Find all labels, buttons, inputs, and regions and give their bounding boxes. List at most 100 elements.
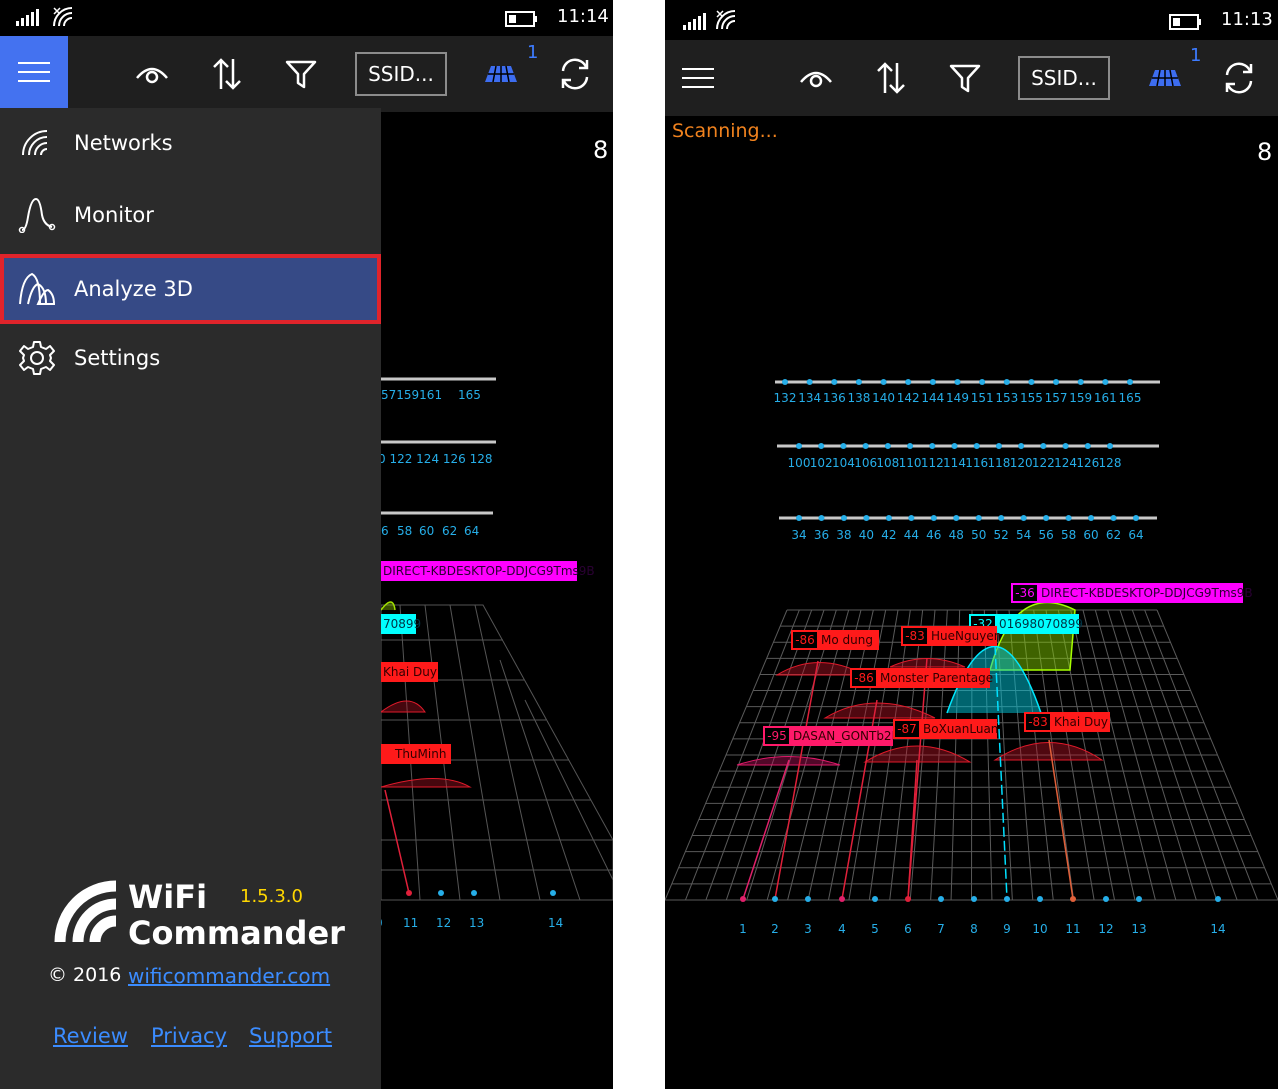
curve-boxuanluan xyxy=(863,745,972,763)
left-phone-screen: 11:14 SSID... 1 8 11 12 13 14 57159161 1… xyxy=(0,0,613,1089)
channel-label: 62 xyxy=(1106,528,1121,542)
channel-label: 10 xyxy=(1032,922,1047,936)
brand-name-line2: Commander xyxy=(128,914,345,952)
network-ssid: Mo dung xyxy=(821,633,873,647)
menu-item-analyze-3d[interactable]: Analyze 3D xyxy=(0,254,381,324)
channel-label: 56 xyxy=(1038,528,1053,542)
channel-label: 42 xyxy=(881,528,896,542)
network-rssi: -83 xyxy=(1028,715,1048,729)
channel-dot xyxy=(796,443,802,449)
channel-dot xyxy=(1065,515,1072,521)
channel-dot xyxy=(954,379,961,385)
menu-item-monitor[interactable]: Monitor xyxy=(0,184,381,246)
channel-label: 6 xyxy=(904,922,912,936)
channel-label: 9 xyxy=(1003,922,1011,936)
channel-label: 134 xyxy=(798,391,821,405)
channel-dot xyxy=(907,443,914,449)
menu-label: Analyze 3D xyxy=(74,277,193,301)
channel-label: 38 xyxy=(836,528,851,542)
privacy-link[interactable]: Privacy xyxy=(151,1024,227,1048)
network-label: -83 HueNguyen xyxy=(901,626,1001,646)
channel-label: 120 xyxy=(1010,456,1033,470)
channel-dot xyxy=(885,515,892,521)
channel-dot xyxy=(975,515,982,521)
network-label: -83 Khai Duy xyxy=(1024,712,1110,732)
svg-text:14: 14 xyxy=(548,916,563,930)
channel-label: 124 xyxy=(1054,456,1077,470)
network-label: ThuMinh xyxy=(394,747,446,761)
channel-dot xyxy=(938,896,944,902)
channel-dot xyxy=(796,515,802,521)
svg-text:6: 6 xyxy=(381,524,389,538)
svg-text:12: 12 xyxy=(436,916,451,930)
svg-text:60: 60 xyxy=(419,524,434,538)
review-link[interactable]: Review xyxy=(53,1024,128,1048)
channel-label: 104 xyxy=(832,456,855,470)
channel-dot xyxy=(1102,379,1109,385)
channel-dot xyxy=(840,443,847,449)
network-label: 70899 xyxy=(383,617,421,631)
channel-label: 8 xyxy=(970,922,978,936)
channel-dot xyxy=(1004,896,1010,902)
channel-dot xyxy=(831,379,838,385)
channel-label: 52 xyxy=(994,528,1009,542)
channel-label: 149 xyxy=(946,391,969,405)
menu-item-settings[interactable]: Settings xyxy=(0,327,381,389)
channel-dot xyxy=(1088,515,1095,521)
channel-dots-2ghz-partial xyxy=(406,890,556,896)
network-ssid: DIRECT-KBDESKTOP-DDJCG9Tms9B xyxy=(1041,586,1253,600)
channel-dot xyxy=(884,443,891,449)
website-link[interactable]: wificommander.com xyxy=(128,964,330,988)
network-ssid: DASAN_GONTb2F xyxy=(793,729,899,743)
channel-label: 157 xyxy=(1045,391,1068,405)
channel-label: 40 xyxy=(859,528,874,542)
support-link[interactable]: Support xyxy=(249,1024,332,1048)
channel-drop-lines-partial xyxy=(384,789,410,894)
channel-dot xyxy=(740,896,746,902)
channel-label: 165 xyxy=(1119,391,1142,405)
channel-label: 3 xyxy=(804,922,812,936)
channel-dot xyxy=(979,379,986,385)
gear-icon xyxy=(19,341,55,375)
channel-axis-5ghz-upper: 132 134 136 138 140 142 144 149 151 153 155 157 159 1… xyxy=(774,379,1160,405)
channel-label: 114 xyxy=(943,456,966,470)
channel-label: 2 xyxy=(771,922,779,936)
network-ssid: Khai Duy xyxy=(1054,715,1108,729)
channel-dot xyxy=(905,896,911,902)
channel-label: 138 xyxy=(847,391,870,405)
channel-dot xyxy=(855,379,862,385)
channel-dot xyxy=(1070,896,1076,902)
channel-dot xyxy=(1133,515,1139,521)
svg-text:64: 64 xyxy=(464,524,479,538)
wifi-commander-logo-icon xyxy=(54,880,117,943)
channel-label: 14 xyxy=(1210,922,1225,936)
channel-dot xyxy=(805,896,811,902)
channel-dot xyxy=(1028,379,1035,385)
channel-dot xyxy=(1107,443,1113,449)
channel-dot xyxy=(818,515,825,521)
channel-dot xyxy=(1020,515,1027,521)
network-rssi: -95 xyxy=(767,729,787,743)
channel-label: 118 xyxy=(987,456,1010,470)
network-rssi: -86 xyxy=(795,633,815,647)
network-label: -36 DIRECT-KBDESKTOP-DDJCG9Tms9B xyxy=(1011,583,1253,603)
channel-dot xyxy=(1003,379,1010,385)
channel-dot xyxy=(995,443,1002,449)
channel-label: 48 xyxy=(949,528,964,542)
network-rssi: -87 xyxy=(897,722,917,736)
channel-label: 110 xyxy=(899,456,922,470)
channel-dot xyxy=(998,515,1005,521)
svg-text:0 122 124 126 128: 0 122 124 126 128 xyxy=(378,452,493,466)
grid-col-line xyxy=(971,609,973,901)
channel-dot xyxy=(839,896,845,902)
svg-text:165: 165 xyxy=(458,388,481,402)
menu-item-networks[interactable]: Networks xyxy=(0,112,381,174)
channel-dot xyxy=(1127,379,1133,385)
right-phone-screen: 11:13 SSID... 1 8 132 134 136 138 140 14… xyxy=(665,0,1278,1089)
channel-label: 153 xyxy=(995,391,1018,405)
channel-dot xyxy=(1040,443,1047,449)
channel-dot xyxy=(1053,379,1060,385)
channel-label: 116 xyxy=(965,456,988,470)
channel-label: 44 xyxy=(904,528,919,542)
channel-dot xyxy=(1110,515,1117,521)
